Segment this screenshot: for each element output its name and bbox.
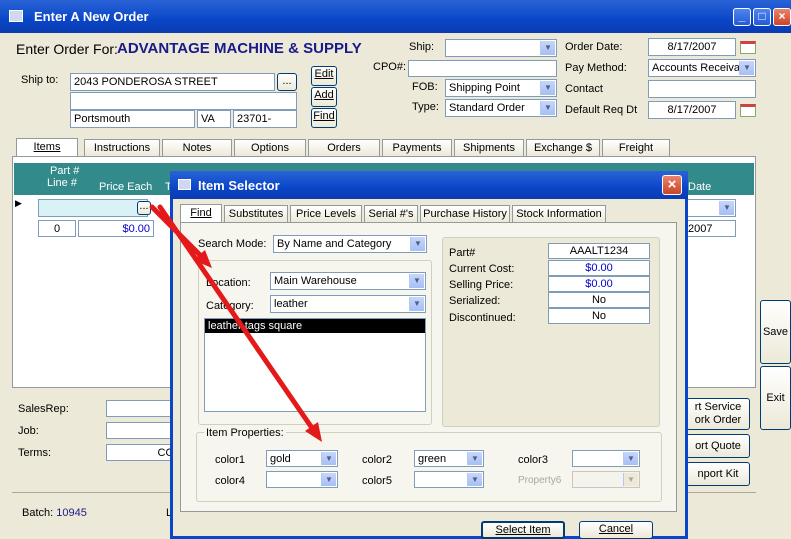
tab-find-label: Find: [190, 207, 212, 219]
annotation-arrows: [149, 204, 322, 442]
dialog-tab-find[interactable]: Find: [180, 204, 222, 222]
arrow-to-color1: [157, 204, 315, 431]
tab-items-label: Items: [33, 141, 61, 153]
tab-items[interactable]: Items: [16, 138, 78, 156]
